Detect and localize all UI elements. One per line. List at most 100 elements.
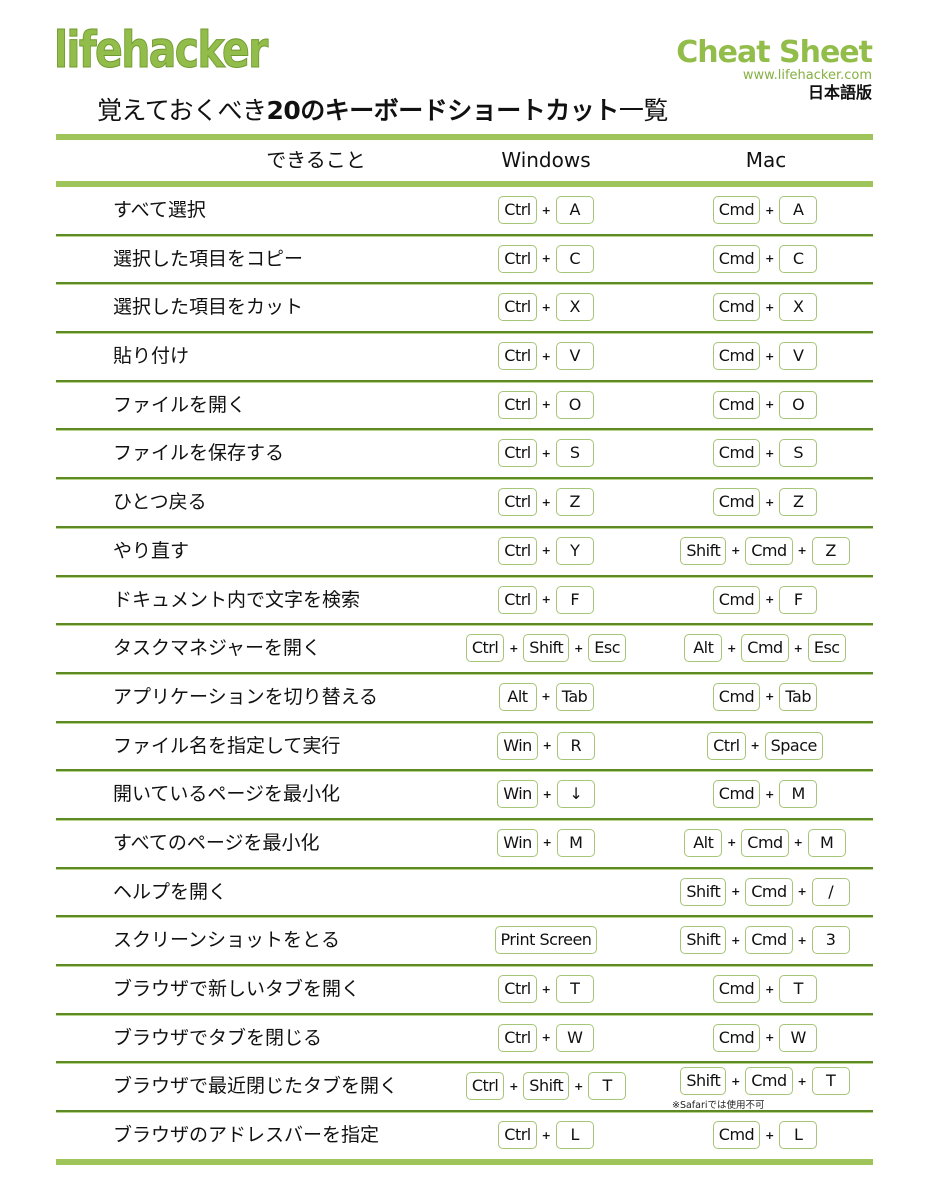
task-label: すべてのページを最小化 [113, 831, 320, 854]
plus-sign: + [542, 836, 552, 850]
key-cap: Cmd [741, 634, 789, 663]
key-cap: Cmd [745, 926, 793, 955]
windows-shortcut: Ctrl + A [436, 196, 656, 224]
key-cap: O [779, 390, 818, 419]
plus-sign: + [765, 982, 775, 996]
key-cap: Ctrl [498, 293, 537, 322]
key-cap: A [779, 196, 818, 224]
key-cap: Cmd [712, 1121, 761, 1150]
key-cap: Win [497, 731, 538, 760]
plus-sign: + [797, 544, 807, 558]
mac-shortcut: Cmd + F [656, 585, 874, 614]
task-label: 選択した項目をコピー [113, 247, 304, 270]
key-cap: Ctrl [465, 1072, 505, 1101]
task-label: 貼り付け [113, 345, 190, 368]
plus-sign: + [765, 787, 775, 801]
key-cap: Ctrl [498, 244, 537, 273]
key-cap: W [779, 1023, 818, 1052]
key-cap: M [779, 780, 818, 809]
windows-shortcut: Ctrl + X [436, 293, 656, 322]
cheat-sheet-language: 日本語版 [807, 83, 872, 102]
key-cap: Tab [779, 682, 818, 711]
key-cap: Ctrl [707, 731, 746, 760]
table-row: スクリーンショットをとる Print Screen Shift + Cmd +3 [56, 917, 873, 966]
key-cap: Ctrl [498, 439, 537, 468]
plus-sign: + [765, 203, 775, 217]
windows-shortcut: Alt + Tab [436, 682, 656, 711]
mac-shortcut: Cmd + W [656, 1023, 874, 1052]
plus-sign: + [765, 300, 775, 314]
plus-sign: + [793, 836, 803, 850]
task-label: すべて選択 [113, 199, 206, 221]
key-cap: Cmd [741, 828, 789, 857]
key-cap: Cmd [745, 877, 793, 906]
key-cap: Alt [498, 682, 537, 711]
mac-shortcut: Shift + Cmd + T [656, 1067, 874, 1096]
key-cap: S [555, 439, 594, 468]
table-row: ファイルを保存する Ctrl + S Cmd + S [56, 430, 874, 480]
key-cap: A [555, 196, 594, 224]
plus-sign: + [541, 982, 551, 996]
key-cap: S [779, 439, 818, 468]
task-label: ブラウザでタブを閉じる [113, 1026, 323, 1049]
key-cap: Cmd [712, 439, 761, 468]
plus-sign: + [731, 885, 741, 899]
key-cap: Ctrl [498, 1121, 537, 1150]
plus-sign: + [797, 1074, 807, 1088]
key-cap: Ctrl [498, 585, 537, 614]
table-row: ドキュメント内で文字を検索 Ctrl + F Cmd + F [56, 577, 873, 626]
key-cap: Ctrl [498, 975, 537, 1003]
shortcut-table: すべて選択 Ctrl + A Cmd + A 選択した項目をコピー Ctrl + C Cmd + C 選択し… [56, 187, 873, 1159]
mac-shortcut: Cmd + T [656, 975, 874, 1003]
key-cap: Cmd [712, 488, 761, 517]
mac-shortcut: Cmd + X [656, 293, 874, 322]
key-cap: Shift [680, 536, 727, 565]
mac-shortcut: Cmd + L [656, 1121, 874, 1150]
windows-shortcut: Ctrl + O [436, 390, 656, 419]
key-cap: Y [555, 536, 594, 565]
table-row: ブラウザでタブを閉じる Ctrl + W Cmd + W [56, 1015, 873, 1064]
mac-shortcut: Cmd + Z [656, 488, 874, 517]
arrow-down-key-icon: ↓ [556, 780, 595, 809]
key-cap: M [807, 828, 846, 857]
plus-sign: + [731, 1074, 741, 1088]
table-row: ファイルを開く Ctrl + O Cmd + O [56, 382, 873, 431]
table-row: すべて選択 Ctrl + A Cmd + A [56, 187, 873, 236]
plus-sign: + [541, 495, 551, 509]
plus-sign: + [541, 690, 551, 704]
plus-sign: + [727, 641, 737, 655]
table-row: 貼り付け Ctrl + V Cmd + V [56, 333, 873, 382]
key-cap: Ctrl [498, 390, 537, 419]
key-cap: T [588, 1072, 627, 1101]
task-label: ファイルを保存する [113, 442, 285, 465]
mac-shortcut: Cmd + C [656, 244, 874, 273]
key-cap: O [555, 390, 594, 419]
key-cap: M [556, 828, 595, 857]
key-cap: Shift [680, 926, 727, 955]
column-header-windows: Windows [501, 148, 591, 172]
plus-sign: + [541, 1128, 551, 1142]
windows-shortcut: Ctrl + L [436, 1121, 656, 1150]
table-row: ヘルプを開く Shift + Cmd + / [56, 869, 873, 918]
windows-shortcut: Ctrl + V [436, 342, 656, 371]
mac-shortcut: Shift + Cmd +3 [656, 926, 874, 955]
key-cap: F [779, 585, 818, 614]
plus-sign: + [731, 933, 741, 947]
key-cap: Alt [684, 828, 723, 857]
title-prefix: 覚えておくべき [97, 96, 267, 125]
key-cap: Cmd [712, 244, 761, 273]
key-cap: X [779, 293, 818, 322]
plus-sign: + [542, 739, 552, 753]
key-cap: Esc [807, 634, 846, 663]
mac-shortcut: Cmd + S [656, 439, 874, 468]
key-cap: Ctrl [498, 1023, 537, 1052]
windows-shortcut: Ctrl + Z [436, 488, 656, 517]
windows-shortcut: Ctrl + Y [436, 536, 656, 565]
windows-shortcut: Ctrl + C [436, 244, 656, 273]
key-cap: Space [764, 731, 823, 760]
plus-sign: + [765, 252, 775, 266]
task-label: スクリーンショットをとる [113, 929, 341, 952]
plus-sign: + [797, 933, 807, 947]
page-title: 覚えておくべき20のキーボードショートカット一覧 [97, 91, 668, 127]
table-row: ファイル名を指定して実行 Win + R Ctrl + Space [56, 723, 873, 772]
